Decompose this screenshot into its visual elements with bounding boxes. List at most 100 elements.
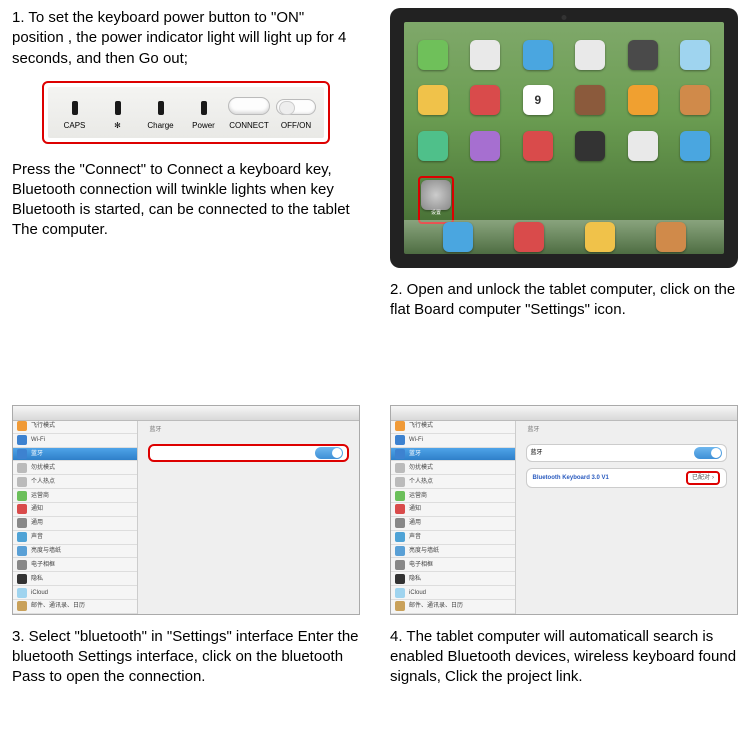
app-icon[interactable] — [418, 40, 448, 70]
app-icon[interactable] — [628, 40, 658, 70]
sidebar-item[interactable]: 声音 — [391, 531, 515, 545]
sidebar-item[interactable]: 通知 — [13, 503, 137, 517]
sidebar-item-label: 通用 — [409, 519, 421, 527]
sidebar-item[interactable]: 邮件、通讯录、日历 — [13, 600, 137, 614]
sidebar-item-icon — [395, 421, 405, 431]
sidebar-item[interactable]: 邮件、通讯录、日历 — [391, 600, 515, 614]
offon-label: OFF/ON — [281, 121, 311, 132]
sidebar-item-label: 电子相框 — [409, 561, 433, 569]
bluetooth-toggle-row[interactable]: 蓝牙 — [526, 444, 727, 462]
step-1: 1. To set the keyboard power button to "… — [12, 8, 360, 375]
dock-app-icon[interactable] — [514, 222, 544, 252]
device-name: Bluetooth Keyboard 3.0 V1 — [533, 474, 609, 482]
connect-button[interactable] — [228, 97, 270, 115]
sidebar-item-label: 邮件、通讯录、日历 — [31, 602, 85, 610]
sidebar-item[interactable]: Wi-Fi — [13, 434, 137, 448]
sidebar-item[interactable]: 运营商 — [13, 489, 137, 503]
dock-app-icon[interactable] — [656, 222, 686, 252]
sidebar-item-icon — [395, 532, 405, 542]
app-icon[interactable] — [470, 131, 500, 161]
sidebar-item[interactable]: 勿扰模式 — [13, 461, 137, 475]
app-icon[interactable] — [575, 85, 605, 115]
sidebar-item[interactable]: 个人热点 — [13, 475, 137, 489]
app-icon[interactable] — [418, 131, 448, 161]
app-icon[interactable] — [470, 85, 500, 115]
chevron-right-icon: › — [712, 474, 714, 482]
sidebar-item[interactable]: 电子相框 — [13, 558, 137, 572]
sidebar-item[interactable]: 勿扰模式 — [391, 461, 515, 475]
app-icon[interactable] — [418, 85, 448, 115]
sidebar-item[interactable]: 隐私 — [391, 572, 515, 586]
sidebar-item-label: 电子相框 — [31, 561, 55, 569]
dock-app-icon[interactable] — [443, 222, 473, 252]
settings-screenshot-4: 飞行模式 Wi-Fi 蓝牙勿扰模式个人热点运营商通知通用声音亮度与墙纸电子相框隐私 i… — [390, 405, 738, 615]
charge-indicator: Charge — [142, 101, 179, 132]
step3-caption: 3. Select "bluetooth" in "Settings" inte… — [12, 627, 360, 688]
sidebar-item[interactable]: 隐私 — [13, 572, 137, 586]
tablet-frame: 9 设置 — [390, 8, 738, 268]
app-row-1 — [418, 40, 710, 70]
sidebar-item[interactable]: 声音 — [13, 531, 137, 545]
sidebar-item[interactable]: 通知 — [391, 503, 515, 517]
sidebar-item[interactable]: 个人热点 — [391, 475, 515, 489]
settings-app-highlight: 设置 — [418, 176, 454, 224]
keyboard-inner: CAPS ✻ Charge Power CONNECT OFF/ON — [48, 87, 324, 138]
settings-app-label: 设置 — [431, 210, 441, 217]
sidebar-item[interactable]: Wi-Fi — [391, 434, 515, 448]
bluetooth-section-label: 蓝牙 — [150, 426, 359, 434]
sidebar-item-icon — [17, 449, 27, 459]
pair-status-badge: 已配对 › — [686, 471, 720, 485]
sidebar-item-label: Wi-Fi — [31, 436, 45, 444]
bluetooth-indicator: ✻ — [99, 101, 136, 132]
sidebar-item-icon — [17, 546, 27, 556]
sidebar-item-icon — [395, 463, 405, 473]
dock-app-icon[interactable] — [585, 222, 615, 252]
app-icon[interactable] — [575, 40, 605, 70]
app-icon[interactable] — [628, 85, 658, 115]
sidebar-item[interactable]: iCloud — [13, 586, 137, 600]
sidebar-item-icon — [395, 449, 405, 459]
caps-label: CAPS — [64, 121, 86, 132]
app-icon[interactable] — [575, 131, 605, 161]
sidebar-item[interactable]: 亮度与墙纸 — [13, 545, 137, 559]
sidebar-item-label: 通知 — [409, 505, 421, 513]
sidebar-item-label: Wi-Fi — [409, 436, 423, 444]
sidebar-item-icon — [395, 477, 405, 487]
bt-label: ✻ — [114, 121, 121, 132]
bluetooth-toggle[interactable] — [315, 447, 343, 459]
app-icon[interactable] — [628, 131, 658, 161]
app-icon[interactable] — [523, 131, 553, 161]
step2-caption: 2. Open and unlock the tablet computer, … — [390, 280, 738, 321]
sidebar-item-label: 隐私 — [409, 575, 421, 583]
sidebar-item-icon — [395, 601, 405, 611]
sidebar-item-icon — [395, 588, 405, 598]
app-icon[interactable] — [680, 131, 710, 161]
sidebar-item[interactable]: 飞行模式 — [391, 420, 515, 434]
off-on-switch[interactable] — [276, 99, 316, 115]
settings-app-icon[interactable] — [421, 180, 451, 210]
calendar-app-icon[interactable]: 9 — [523, 85, 553, 115]
sidebar-item[interactable]: 通用 — [13, 517, 137, 531]
sidebar-item[interactable]: 通用 — [391, 517, 515, 531]
app-icon[interactable] — [523, 40, 553, 70]
sidebar-item-icon — [17, 532, 27, 542]
found-device-row[interactable]: Bluetooth Keyboard 3.0 V1 已配对 › — [526, 468, 727, 488]
charge-label: Charge — [147, 121, 173, 132]
app-icon[interactable] — [680, 85, 710, 115]
step-3: 飞行模式Wi-Fi蓝牙勿扰模式个人热点运营商通知通用声音亮度与墙纸电子相框隐私i… — [12, 405, 360, 742]
sidebar-item[interactable]: 蓝牙 — [391, 448, 515, 462]
sidebar-item-label: 声音 — [409, 533, 421, 541]
sidebar-item[interactable]: 亮度与墙纸 — [391, 545, 515, 559]
sidebar-item[interactable]: 飞行模式 — [13, 420, 137, 434]
sidebar-item[interactable]: 运营商 — [391, 489, 515, 503]
bluetooth-toggle-row[interactable] — [148, 444, 349, 462]
sidebar-item[interactable]: iCloud — [391, 586, 515, 600]
power-switch-control: OFF/ON — [276, 99, 316, 132]
bluetooth-toggle[interactable] — [694, 447, 722, 459]
sidebar-item[interactable]: 蓝牙 — [13, 448, 137, 462]
sidebar-item-icon — [17, 518, 27, 528]
sidebar-item[interactable]: 电子相框 — [391, 558, 515, 572]
app-icon[interactable] — [470, 40, 500, 70]
app-icon[interactable] — [680, 40, 710, 70]
sidebar-item-label: 个人热点 — [31, 478, 55, 486]
